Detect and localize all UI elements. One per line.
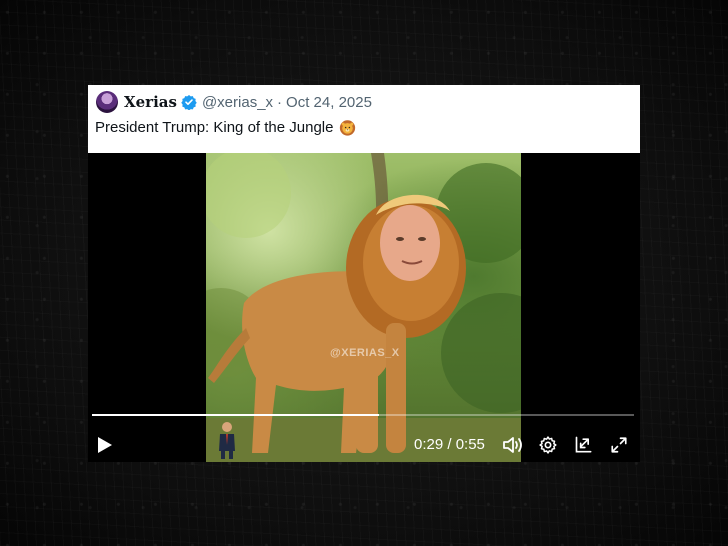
display-name[interactable]: Xerias (124, 93, 177, 111)
play-icon (98, 437, 112, 453)
avatar[interactable] (96, 91, 118, 113)
fullscreen-icon (611, 437, 627, 453)
play-button[interactable] (94, 434, 116, 456)
verified-badge-icon (181, 95, 197, 110)
settings-button[interactable] (536, 433, 560, 457)
progress-bar-fill (92, 414, 380, 416)
handle[interactable]: @xerias_x (202, 94, 273, 111)
fullscreen-button[interactable] (607, 433, 631, 457)
gear-icon (539, 436, 557, 454)
tweet-text: President Trump: King of the Jungle (95, 119, 356, 136)
tweet-header: Xerias @xerias_x · Oct 24, 2025 Presiden… (88, 85, 640, 153)
video-player[interactable]: @XERIAS_X 0:29 / 0:55 (88, 153, 640, 462)
separator-dot: · (277, 93, 283, 111)
picture-in-picture-button[interactable] (572, 433, 596, 457)
volume-icon (503, 437, 522, 453)
tweet-card: Xerias @xerias_x · Oct 24, 2025 Presiden… (88, 85, 640, 462)
author-row: Xerias @xerias_x · Oct 24, 2025 (124, 92, 372, 112)
video-watermark: @XERIAS_X (330, 347, 400, 359)
tweet-text-content: President Trump: King of the Jungle (95, 119, 334, 136)
lion-face-emoji-icon (340, 120, 356, 136)
progress-bar[interactable] (92, 414, 634, 416)
tweet-date[interactable]: Oct 24, 2025 (286, 94, 372, 111)
picture-in-picture-icon (575, 436, 592, 453)
volume-button[interactable] (501, 433, 525, 457)
suit-figure-icon (219, 422, 235, 459)
time-display: 0:29 / 0:55 (414, 436, 485, 453)
